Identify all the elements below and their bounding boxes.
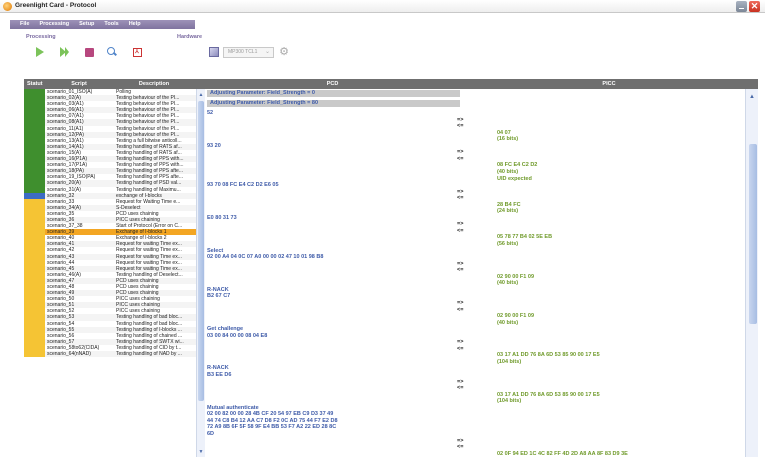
- pcd-log-line: E0 80 31 73: [207, 214, 237, 221]
- reader-select[interactable]: MP300 TCL1 ⌄: [223, 47, 274, 58]
- column-header-picc: PICC: [460, 79, 758, 89]
- picc-log-line: UID expected: [497, 175, 532, 182]
- pcd-log-line: B2 67 C7: [207, 293, 231, 300]
- processing-section-label: Processing: [26, 34, 56, 40]
- column-header-statut[interactable]: Statut: [24, 79, 44, 89]
- play-step-icon: [59, 47, 69, 57]
- picc-log-line: (104 bits): [497, 398, 522, 405]
- menu-processing[interactable]: Processing: [34, 20, 74, 29]
- device-button[interactable]: [208, 46, 220, 58]
- reader-select-value: MP300 TCL1: [228, 49, 258, 55]
- script-name: scenario_64(nNAD): [47, 351, 91, 358]
- direction-arrow: <=: [457, 195, 464, 202]
- device-icon: [209, 47, 219, 57]
- close-button[interactable]: ✕: [749, 1, 760, 12]
- pcd-log-line: 6D: [207, 430, 215, 437]
- column-header-pcd: PCD: [205, 79, 460, 89]
- scrollbar-thumb[interactable]: [749, 144, 757, 324]
- menu-tools[interactable]: Tools: [99, 20, 123, 29]
- direction-arrow: <=: [457, 267, 464, 274]
- script-list-scrollbar[interactable]: ▲ ▼: [196, 89, 205, 457]
- picc-log-line: (40 bits): [497, 280, 519, 287]
- window-title: Greenlight Card - Protocol: [15, 2, 97, 9]
- pcd-log-line: 02 00 A4 04 0C 07 A0 00 00 02 47 10 01 9…: [207, 254, 324, 261]
- pdf-export-button[interactable]: ⅄: [131, 46, 143, 58]
- menu-help[interactable]: Help: [124, 20, 146, 29]
- stop-button[interactable]: [83, 46, 95, 58]
- pcd-log-line: B3 EE D6: [207, 372, 232, 378]
- column-header-spacer: [194, 79, 205, 89]
- stop-icon: [84, 47, 94, 57]
- parameter-line: Adjusting Parameter: Field_Strength = 0: [207, 90, 460, 97]
- pcd-log-line: 93 70 08 FC E4 C2 D2 E6 05: [207, 182, 279, 189]
- column-header-script[interactable]: Script: [44, 79, 114, 89]
- direction-arrow: <=: [457, 227, 464, 234]
- column-header-description[interactable]: Description: [114, 79, 194, 89]
- menu-bar: File Processing Setup Tools Help: [10, 20, 195, 29]
- picc-log-line: (16 bits): [497, 136, 519, 143]
- play-icon: [36, 47, 44, 57]
- app-logo-icon: [3, 2, 12, 11]
- picc-log-line: (24 bits): [497, 208, 519, 215]
- scroll-up-icon[interactable]: ▲: [197, 92, 205, 98]
- log-scrollbar[interactable]: ▲: [745, 89, 758, 457]
- chevron-down-icon: ⌄: [264, 49, 270, 55]
- status-badge: [24, 351, 45, 358]
- direction-arrow: <=: [457, 385, 464, 392]
- direction-arrow: <=: [457, 345, 464, 352]
- protocol-log: Adjusting Parameter: Field_Strength = 0 A…: [205, 89, 745, 457]
- script-description: Testing handling of NAD by ...: [116, 351, 182, 358]
- parameter-line: Adjusting Parameter: Field_Strength = 80: [207, 100, 460, 107]
- direction-arrow: <=: [457, 155, 464, 162]
- gear-icon: ⚙: [279, 46, 289, 58]
- picc-log-line: (104 bits): [497, 358, 522, 365]
- menu-setup[interactable]: Setup: [74, 20, 99, 29]
- settings-button[interactable]: ⚙: [278, 46, 290, 58]
- pcd-log-line: 93 20: [207, 142, 221, 149]
- pcd-log-line: 03 00 84 00 00 08 04 E8: [207, 332, 268, 339]
- play-step-button[interactable]: [58, 46, 70, 58]
- picc-log-line: 02 0F 94 ED 1C 4C 82 FF 4D 2D A8 AA 8F 8…: [497, 450, 628, 457]
- menu-file[interactable]: File: [10, 20, 34, 29]
- pdf-icon: ⅄: [132, 47, 142, 57]
- hardware-section-label: Hardware: [177, 34, 203, 40]
- play-button[interactable]: [34, 46, 46, 58]
- direction-arrow: <=: [457, 444, 464, 451]
- scroll-down-icon[interactable]: ▼: [197, 449, 205, 455]
- pcd-log-line: 72 A9 8B 6F 5F 58 9F E4 BB 53 F7 A2 22 E…: [207, 424, 337, 431]
- picc-log-line: (40 bits): [497, 319, 519, 326]
- pcd-log-line: 52: [207, 110, 214, 116]
- script-list: scenario_01_ISO(A) Polling scenario_02(A) T…: [24, 89, 196, 457]
- minimize-button[interactable]: [736, 1, 747, 12]
- table-row[interactable]: scenario_64(nNAD) Testing handling of NAD…: [24, 351, 196, 358]
- scroll-up-icon[interactable]: ▲: [749, 94, 755, 100]
- direction-arrow: <=: [457, 123, 464, 130]
- direction-arrow: <=: [457, 306, 464, 313]
- search-icon: [107, 47, 117, 57]
- scrollbar-thumb[interactable]: [198, 101, 204, 401]
- picc-log-line: (56 bits): [497, 241, 519, 247]
- window-titlebar: Greenlight Card - Protocol ✕: [0, 0, 765, 13]
- search-button[interactable]: [106, 46, 118, 58]
